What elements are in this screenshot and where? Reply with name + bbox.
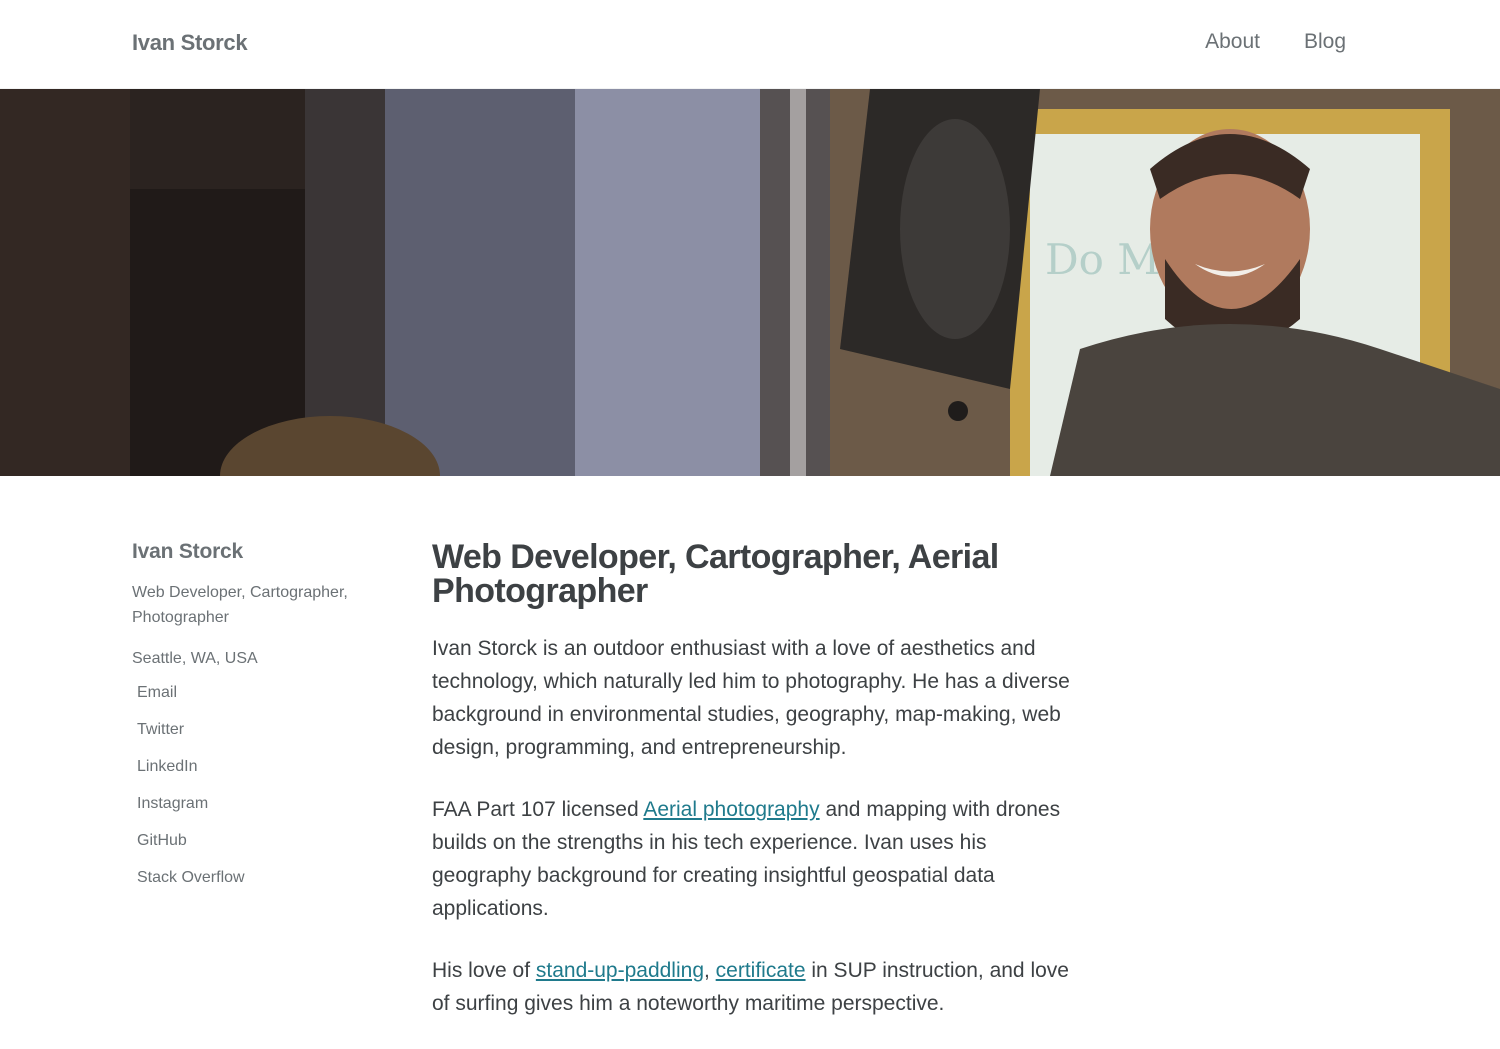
author-sidebar: Ivan Storck Web Developer, Cartographer,… bbox=[132, 540, 382, 902]
main-content: Web Developer, Cartographer, Aerial Phot… bbox=[432, 540, 1072, 1049]
author-links: Email Twitter LinkedIn Instagram GitHub … bbox=[132, 680, 382, 902]
certificate-link[interactable]: certificate bbox=[716, 959, 806, 982]
site-title-link[interactable]: Ivan Storck bbox=[132, 30, 248, 56]
paragraph-text: FAA Part 107 licensed bbox=[432, 798, 644, 821]
twitter-link[interactable]: Twitter bbox=[137, 721, 184, 738]
nav-blog-link[interactable]: Blog bbox=[1304, 30, 1346, 54]
list-item: Stack Overflow bbox=[137, 865, 382, 902]
author-bio: Web Developer, Cartographer, Photographe… bbox=[132, 584, 348, 626]
main-nav: About Blog bbox=[1205, 30, 1346, 54]
stand-up-paddling-link[interactable]: stand-up-paddling bbox=[536, 959, 704, 982]
list-item: Twitter bbox=[137, 717, 382, 754]
nav-about-link[interactable]: About bbox=[1205, 30, 1260, 54]
sup-paragraph: His love of stand-up-paddling, certifica… bbox=[432, 954, 1072, 1020]
masthead: Ivan Storck About Blog bbox=[0, 0, 1500, 89]
list-item: Email bbox=[137, 680, 382, 717]
email-link[interactable]: Email bbox=[137, 684, 177, 701]
list-item: LinkedIn bbox=[137, 754, 382, 791]
github-link[interactable]: GitHub bbox=[137, 832, 187, 849]
author-location: Seattle, WA, USA bbox=[132, 650, 258, 667]
paragraph-text: , bbox=[704, 959, 716, 982]
author-name: Ivan Storck bbox=[132, 540, 244, 563]
aerial-photography-link[interactable]: Aerial photography bbox=[643, 798, 819, 821]
linkedin-link[interactable]: LinkedIn bbox=[137, 758, 198, 775]
list-item: Instagram bbox=[137, 791, 382, 828]
list-item: GitHub bbox=[137, 828, 382, 865]
instagram-link[interactable]: Instagram bbox=[137, 795, 208, 812]
paragraph-text: His love of bbox=[432, 959, 536, 982]
page-title: Web Developer, Cartographer, Aerial Phot… bbox=[432, 538, 999, 610]
aerial-paragraph: FAA Part 107 licensed Aerial photography… bbox=[432, 793, 1072, 925]
intro-paragraph: Ivan Storck is an outdoor enthusiast wit… bbox=[432, 637, 1070, 759]
hero-image: Do More bbox=[0, 89, 1500, 476]
stackoverflow-link[interactable]: Stack Overflow bbox=[137, 869, 245, 886]
hero-photo: Do More bbox=[0, 89, 1500, 476]
